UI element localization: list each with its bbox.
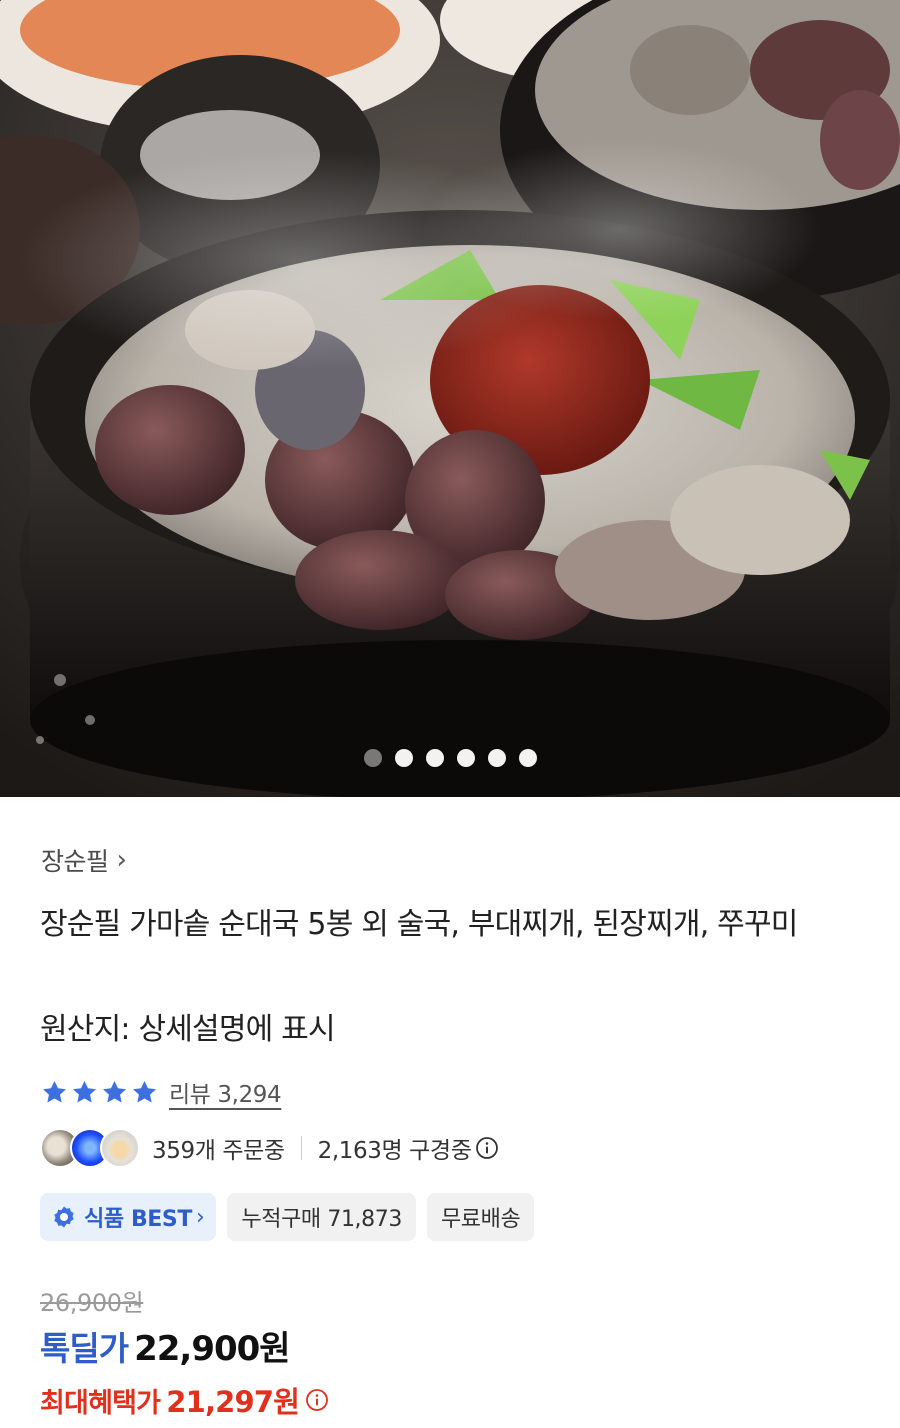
carousel-dots (0, 749, 900, 767)
star-icon (103, 1080, 126, 1103)
deal-price: 22,900원 (134, 1329, 290, 1369)
deal-price-row: 톡딜가 22,900원 (40, 1321, 291, 1370)
chevron-right-icon: › (116, 845, 127, 875)
star-rating (40, 1078, 159, 1107)
max-benefit-row: 최대혜택가 21,297원 (40, 1379, 329, 1421)
carousel-dot-1[interactable] (363, 749, 382, 767)
origin-text: 원산지: 상세설명에 표시 (40, 1012, 336, 1047)
ordering-count: 359개 주문중 (152, 1138, 285, 1164)
activity-row: 359개 주문중 2,163명 구경중 (40, 1127, 499, 1169)
avatar (100, 1128, 140, 1168)
brand-link[interactable]: 장순필 › (41, 842, 127, 878)
carousel-dot-3[interactable] (425, 749, 444, 767)
food-best-chip[interactable]: 식품 BEST › (40, 1193, 217, 1241)
cumulative-purchase-chip: 누적구매 71,873 (227, 1193, 416, 1241)
free-shipping-chip: 무료배송 (426, 1193, 535, 1241)
buyer-avatars (40, 1128, 140, 1168)
star-icon (43, 1080, 66, 1103)
max-benefit-price: 21,297원 (166, 1385, 300, 1419)
star-icon (73, 1080, 96, 1103)
best-badge-icon (54, 1206, 74, 1228)
carousel-dot-6[interactable] (518, 749, 537, 767)
carousel-dot-2[interactable] (394, 749, 413, 767)
brand-name: 장순필 (41, 847, 109, 876)
info-icon[interactable] (305, 1388, 329, 1412)
review-count-link[interactable]: 리뷰 3,294 (169, 1075, 282, 1109)
carousel-dot-4[interactable] (456, 749, 475, 767)
divider (300, 1136, 302, 1160)
max-benefit-label: 최대혜택가 (40, 1387, 161, 1419)
badge-chips: 식품 BEST › 누적구매 71,873 무료배송 (40, 1193, 535, 1241)
deal-label: 톡딜가 (40, 1329, 129, 1368)
star-icon (133, 1080, 156, 1103)
rating-row[interactable]: 리뷰 3,294 (40, 1075, 282, 1109)
product-title: 장순필 가마솥 순대국 5봉 외 술국, 부대찌개, 된장찌개, 쭈꾸미 (40, 907, 798, 942)
viewing-count: 2,163명 구경중 (317, 1138, 472, 1164)
carousel-dot-5[interactable] (487, 749, 506, 767)
product-image[interactable] (0, 0, 900, 797)
chevron-right-icon: › (196, 1204, 205, 1230)
product-photo (0, 0, 900, 797)
original-price: 26,900원 (40, 1289, 144, 1317)
info-icon[interactable] (475, 1136, 499, 1160)
best-chip-label: 식품 BEST (84, 1207, 192, 1232)
